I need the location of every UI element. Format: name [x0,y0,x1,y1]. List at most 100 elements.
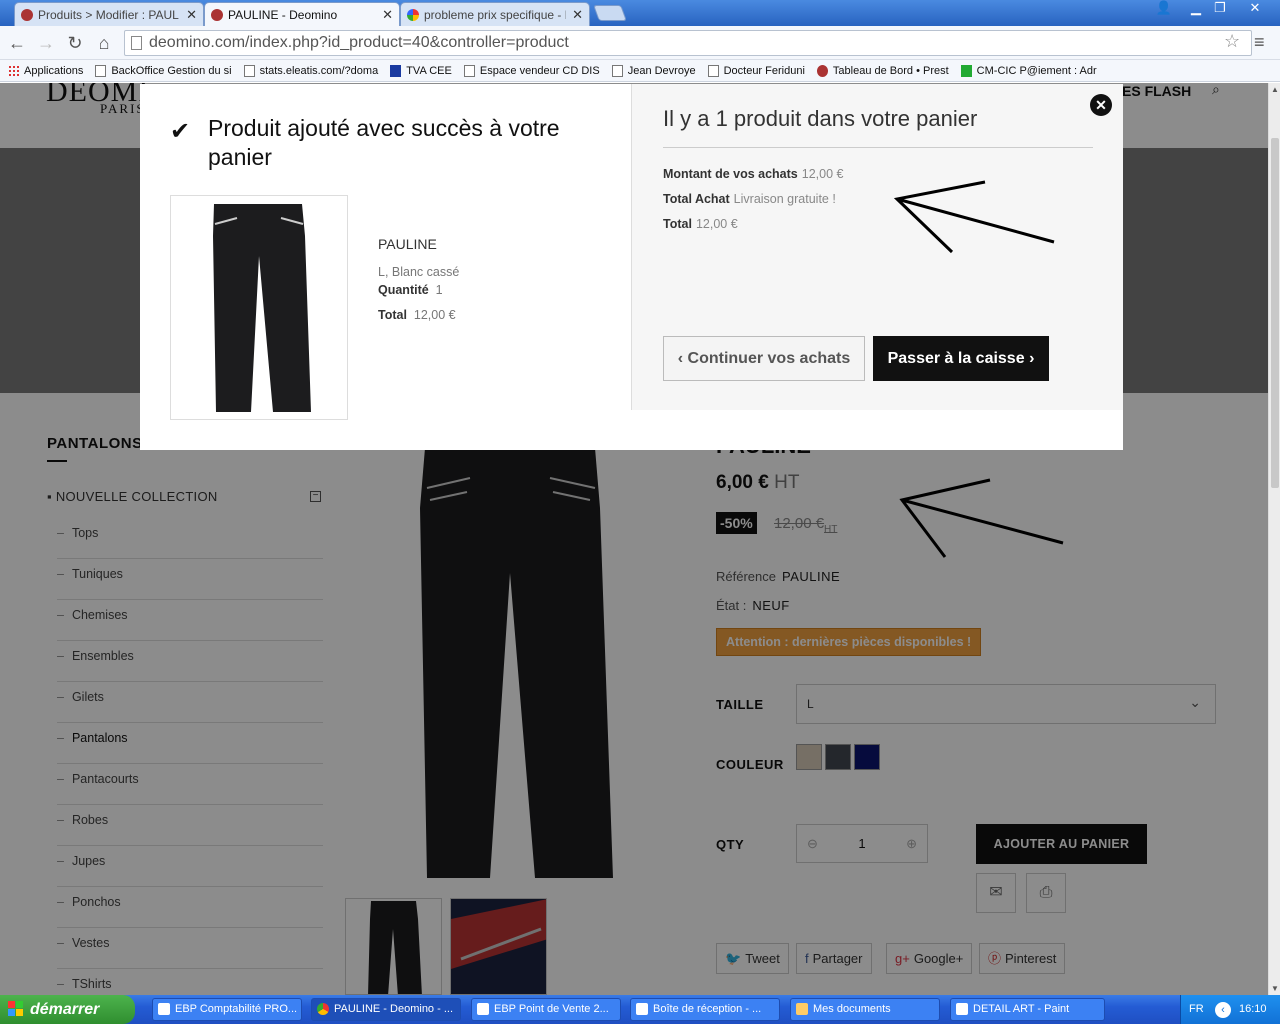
modal-total: Total 12,00 € [378,308,456,322]
clock: 16:10 [1239,1003,1267,1015]
taskbar-paint[interactable]: DETAIL ART - Paint [950,998,1105,1021]
qty-label: Quantité [378,283,429,297]
bookmark-stats[interactable]: stats.eleatis.com/?doma [243,64,379,77]
taskbar-ebp-pdv[interactable]: EBP Point de Vente 2... [471,998,621,1021]
language-indicator[interactable]: FR [1189,995,1204,1024]
system-tray: FR ‹ 16:10 [1180,995,1280,1024]
bookmark-label: Docteur Feriduni [723,64,805,77]
qty-value: 1 [435,283,443,297]
bookmark-backoffice[interactable]: BackOffice Gestion du si [95,64,232,77]
summary-shipping: Total Achat Livraison gratuite ! [663,192,836,206]
paint-icon [956,1003,968,1015]
scroll-down-icon[interactable]: ▼ [1271,984,1279,993]
task-label: DETAIL ART - Paint [973,1003,1070,1015]
address-bar[interactable]: deomino.com/index.php?id_product=40&cont… [124,30,1252,56]
annotation-arrow [899,478,1064,558]
chevron-right-icon: › [1029,350,1035,367]
app-icon [158,1003,170,1015]
modal-product-name: PAULINE [378,236,437,252]
start-label: démarrer [30,1001,100,1018]
summary-value: Livraison gratuite ! [733,192,836,206]
page-icon [463,64,475,77]
checkmark-icon: ✔ [170,118,191,145]
bookmark-label: CM-CIC P@iement : Adr [976,64,1097,77]
tab-title: probleme prix specifique - Re [424,7,567,22]
tab-admin[interactable]: Produits > Modifier : PAULINE ✕ [14,2,204,26]
success-title: Produit ajouté avec succès à votre panie… [208,115,560,170]
mail-icon [636,1003,648,1015]
user-icon[interactable]: 👤 [1152,0,1176,18]
summary-label: Total [663,217,692,231]
page-icon [243,64,255,77]
bookmark-label: Tableau de Bord • Prest [832,64,949,77]
bookmark-star-icon[interactable]: ☆ [1224,31,1240,52]
bookmark-applications[interactable]: Applications [8,64,84,77]
bookmark-label: Jean Devroye [627,64,696,77]
annotation-arrow [893,180,1055,254]
summary-subtotal: Montant de vos achats 12,00 € [663,167,843,181]
new-tab-button[interactable] [593,5,627,21]
summary-label: Total Achat [663,192,730,206]
bookmark-tva[interactable]: TVA CEE [390,64,452,77]
summary-label: Montant de vos achats [663,167,798,181]
tab-pauline[interactable]: PAULINE - Deomino ✕ [204,2,400,26]
close-tab-icon[interactable]: ✕ [186,7,197,23]
bookmark-label: Applications [24,64,84,77]
back-icon[interactable]: ← [6,33,28,54]
chevron-left-icon: ‹ [677,350,684,367]
task-label: Mes documents [813,1003,891,1015]
prestashop-icon [816,64,828,77]
close-window-icon[interactable]: ✕ [1242,0,1268,18]
forward-icon[interactable]: → [35,33,57,54]
total-label: Total [378,308,407,322]
scroll-up-icon[interactable]: ▲ [1271,85,1279,94]
bookmark-cmcic[interactable]: CM-CIC P@iement : Adr [960,64,1097,77]
checkout-button[interactable]: Passer à la caisse › [873,336,1049,381]
cart-modal: ✔ Produit ajouté avec succès à votre pan… [140,84,1123,450]
reload-icon[interactable]: ↻ [64,33,86,54]
tab-title: Produits > Modifier : PAULINE [38,7,180,22]
task-label: Boîte de réception - ... [653,1003,762,1015]
taskbar-inbox[interactable]: Boîte de réception - ... [630,998,780,1021]
close-modal-icon[interactable]: ✕ [1090,94,1112,116]
page-icon [707,64,719,77]
bookmarks-bar: Applications BackOffice Gestion du si st… [0,60,1280,82]
close-tab-icon[interactable]: ✕ [572,7,583,23]
apps-icon [8,64,19,77]
menu-icon[interactable]: ≡ [1254,32,1265,53]
bookmark-devroye[interactable]: Jean Devroye [611,64,696,77]
folder-icon [796,1003,808,1015]
bookmark-label: stats.eleatis.com/?doma [259,64,379,77]
modal-quantity: Quantité 1 [378,283,443,297]
summary-total: Total 12,00 € [663,217,738,231]
tab-title: PAULINE - Deomino [228,7,338,22]
modal-product-pane: ✔ Produit ajouté avec succès à votre pan… [140,84,631,420]
page-icon [611,64,623,77]
bookmark-tableau[interactable]: Tableau de Bord • Prest [816,64,949,77]
continue-shopping-button[interactable]: ‹ Continuer vos achats [663,336,865,381]
modal-product-attributes: L, Blanc cassé [378,265,460,279]
page-icon [95,64,107,77]
bookmark-label: TVA CEE [406,64,452,77]
bookmark-label: Espace vendeur CD DIS [479,64,600,77]
bookmark-cdiscount[interactable]: Espace vendeur CD DIS [463,64,600,77]
scrollbar-thumb[interactable] [1271,138,1279,488]
expand-tray-icon[interactable]: ‹ [1215,1002,1231,1018]
url-text: deomino.com/index.php?id_product=40&cont… [149,34,569,51]
taskbar-documents[interactable]: Mes documents [790,998,940,1021]
prestashop-icon [211,8,223,21]
taskbar-ebp-compta[interactable]: EBP Comptabilité PRO... [152,998,302,1021]
home-icon[interactable]: ⌂ [93,33,115,54]
page-scrollbar[interactable]: ▲ ▼ [1268,83,1280,995]
checkout-label: Passer à la caisse [887,350,1025,367]
close-tab-icon[interactable]: ✕ [382,7,393,23]
modal-cart-pane: Il y a 1 produit dans votre panier Monta… [631,84,1123,410]
minimize-icon[interactable]: ▁ [1184,0,1208,18]
tab-google[interactable]: probleme prix specifique - Re ✕ [400,2,590,26]
restore-icon[interactable]: ❐ [1208,0,1232,18]
taskbar-chrome[interactable]: PAULINE - Deomino - ... [311,998,461,1021]
total-value: 12,00 € [413,308,456,322]
cart-title: Il y a 1 produit dans votre panier [663,106,978,131]
windows-logo-icon [8,1001,23,1016]
bookmark-feriduni[interactable]: Docteur Feriduni [707,64,805,77]
